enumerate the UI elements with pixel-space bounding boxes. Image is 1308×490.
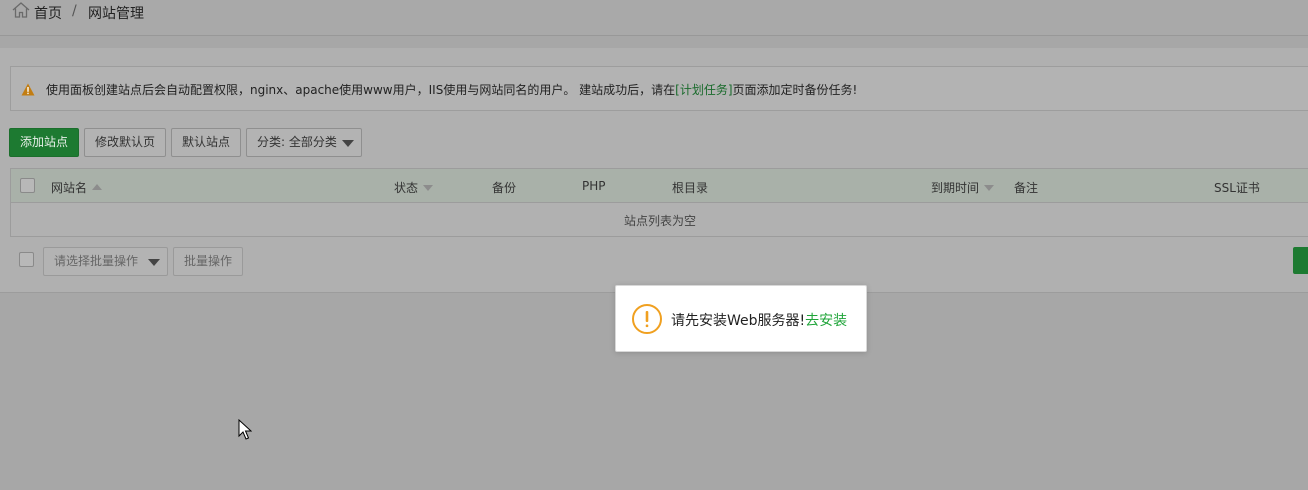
notice-text: 使用面板创建站点后会自动配置权限，nginx、apache使用www用户，IIS…: [46, 81, 857, 98]
sort-asc-icon: [92, 184, 103, 190]
add-site-button[interactable]: 添加站点: [9, 128, 79, 157]
column-status-label: 状态: [394, 181, 419, 195]
column-expiry[interactable]: 到期时间: [931, 179, 995, 196]
breadcrumb: 首页 / 网站管理: [0, 0, 1308, 36]
chevron-down-icon: [148, 259, 160, 266]
batch-action-button[interactable]: 批量操作: [173, 247, 243, 276]
alert-dialog: 请先安装Web服务器!去安装: [615, 285, 867, 352]
batch-action-select[interactable]: 请选择批量操作: [43, 247, 168, 276]
notice-text-before: 使用面板创建站点后会自动配置权限，nginx、apache使用www用户，IIS…: [46, 83, 676, 97]
batch-select-checkbox[interactable]: [19, 252, 34, 267]
column-ssl: SSL证书: [1214, 181, 1260, 195]
warning-icon: [21, 83, 35, 96]
column-site-name-label: 网站名: [51, 181, 88, 195]
breadcrumb-separator: /: [72, 3, 77, 19]
exclamation-icon: [632, 304, 662, 334]
dialog-message-text: 请先安装Web服务器!: [671, 313, 806, 329]
sort-desc-icon: [984, 185, 995, 191]
sort-desc-icon: [423, 185, 434, 191]
column-backup: 备份: [492, 181, 517, 195]
category-select-value: 分类: 全部分类: [257, 135, 337, 149]
breadcrumb-home[interactable]: 首页: [34, 3, 62, 23]
notice-text-after: 页面添加定时备份任务!: [732, 83, 858, 97]
column-root: 根目录: [672, 181, 709, 195]
column-expiry-label: 到期时间: [931, 181, 980, 195]
edit-default-page-button[interactable]: 修改默认页: [84, 128, 166, 157]
site-table: 网站名 状态 备份 PHP 根目录 到期时间 备注 SSL证书 站点列表为空: [10, 168, 1308, 237]
column-note: 备注: [1014, 181, 1039, 195]
chevron-down-icon: [342, 140, 354, 147]
column-php: PHP: [582, 179, 606, 193]
default-site-button[interactable]: 默认站点: [171, 128, 241, 157]
install-link[interactable]: 去安装: [805, 313, 847, 329]
column-status[interactable]: 状态: [394, 179, 434, 196]
cron-task-link[interactable]: [计划任务]: [675, 83, 732, 97]
table-header: 网站名 状态 备份 PHP 根目录 到期时间 备注 SSL证书: [11, 169, 1308, 203]
batch-action-placeholder: 请选择批量操作: [54, 254, 139, 268]
column-site-name[interactable]: 网站名: [51, 179, 103, 196]
home-icon[interactable]: [12, 2, 30, 18]
select-all-checkbox[interactable]: [20, 178, 35, 193]
breadcrumb-current: 网站管理: [88, 6, 144, 22]
mouse-cursor-icon: [238, 419, 252, 440]
pagination-button-partial[interactable]: [1293, 247, 1308, 274]
category-select[interactable]: 分类: 全部分类: [246, 128, 362, 157]
dialog-message: 请先安装Web服务器!去安装: [671, 310, 847, 330]
empty-state-text: 站点列表为空: [623, 214, 696, 228]
notice-banner: 使用面板创建站点后会自动配置权限，nginx、apache使用www用户，IIS…: [10, 66, 1308, 111]
